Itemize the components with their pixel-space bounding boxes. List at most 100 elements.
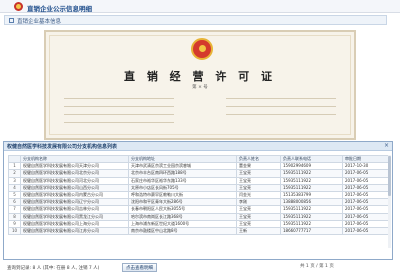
table-cell: 董金果 <box>236 162 281 171</box>
close-icon[interactable]: × <box>384 142 389 149</box>
breadcrumb: 直销企业基本信息 <box>4 15 387 25</box>
table-cell: 2017-06-05 <box>342 183 391 192</box>
table-cell: 王宝亮 <box>236 212 281 221</box>
table-cell: 15902994609 <box>280 162 343 171</box>
table-cell: 太原市小店区长风街705号 <box>128 183 237 192</box>
table-cell: 长春市朝阳区人民大街3055号 <box>128 205 237 214</box>
certificate-line <box>226 106 336 107</box>
column-header: 审批日期 <box>342 154 391 164</box>
table-row[interactable]: 10 权健自然医学科技发展有限公司江苏分公司 南京市鼓楼区中山北路8号 王新 18660… <box>8 226 391 236</box>
table-cell: 沈阳市和平区青年大街286号 <box>128 198 237 207</box>
table-row[interactable]: 3 权健自然医学科技发展有限公司河北分公司 石家庄市裕华区裕华东路133号 王宝亮 15… <box>8 176 391 185</box>
column-header: 负责人姓名 <box>236 154 281 164</box>
branch-list-dialog: 权健自然医学科技发展有限公司分支机构信息列表 × 分支机构名称 分支机构地址 负… <box>3 141 393 260</box>
scrollbar-thumb[interactable] <box>388 156 391 196</box>
table-cell: 权健自然医学科技发展有限公司天津分公司 <box>20 162 129 171</box>
national-emblem-icon <box>191 38 213 60</box>
view-details-button[interactable]: 点击查看明细 <box>122 263 157 272</box>
table-cell: 15935111922 <box>280 183 343 192</box>
table-row[interactable]: 7 权健自然医学科技发展有限公司吉林分公司 长春市朝阳区人民大街3055号 王宝亮 15… <box>8 205 391 214</box>
table-cell: 权健自然医学科技发展有限公司内蒙古分公司 <box>20 190 129 200</box>
folder-icon <box>9 18 14 23</box>
pager-info: 查询到记录: 8 人 (其中: 在册 8 人, 注销 7 人) <box>7 266 100 271</box>
page-count: 共 1 页 / 第 1 页 <box>300 264 334 269</box>
table-cell: 15935111922 <box>280 205 343 214</box>
table-row[interactable]: 1 权健自然医学科技发展有限公司天津分公司 天津市武清区京滨工业园京滨睿城 董金果 15… <box>8 162 391 171</box>
table-cell: 闫金光 <box>236 190 281 200</box>
app-title: 直销企业公示信息明细 <box>27 5 92 13</box>
table-cell: 15935111922 <box>280 169 343 178</box>
row-index: 5 <box>8 190 21 200</box>
dialog-title: 权健自然医学科技发展有限公司分支机构信息列表 <box>7 144 118 150</box>
certificate-line <box>64 98 174 99</box>
table-cell: 13888000856 <box>280 198 343 207</box>
row-index: 1 <box>8 162 21 171</box>
table-row[interactable]: 9 权健自然医学科技发展有限公司上海分公司 上海市浦东新区世纪大道1600号 王宝亮 1… <box>8 219 391 228</box>
table-row[interactable]: 8 权健自然医学科技发展有限公司黑龙江分公司 哈尔滨市南岗区长江路368号 王宝亮 15… <box>8 212 391 221</box>
table-row[interactable]: 5 权健自然医学科技发展有限公司内蒙古分公司 呼和浩特市赛罕区敕勒川大街 闫金光 151… <box>8 190 391 200</box>
table-cell: 2017-06-05 <box>342 212 391 221</box>
row-index: 6 <box>8 198 21 207</box>
table-cell: 2017-10-30 <box>342 162 391 171</box>
table-cell: 王宝亮 <box>236 169 281 178</box>
table-cell: 北京市丰台区南四环西路188号 <box>128 169 237 178</box>
table-cell: 石家庄市裕华区裕华东路133号 <box>128 176 237 185</box>
table-cell: 王宝亮 <box>236 176 281 185</box>
row-index: 8 <box>8 212 21 221</box>
column-header: 负责人联系电话 <box>280 154 343 164</box>
table-cell: 权健自然医学科技发展有限公司山西分公司 <box>20 183 129 192</box>
table-row[interactable]: 2 权健自然医学科技发展有限公司北京分公司 北京市丰台区南四环西路188号 王宝亮 15… <box>8 169 391 178</box>
table-cell: 15935111922 <box>280 212 343 221</box>
table-row[interactable]: 4 权健自然医学科技发展有限公司山西分公司 太原市小店区长风街705号 王宝亮 1593… <box>8 183 391 192</box>
table-cell: 权健自然医学科技发展有限公司河北分公司 <box>20 176 129 185</box>
table-cell: 2017-06-05 <box>342 198 391 207</box>
table-cell: 哈尔滨市南岗区长江路368号 <box>128 212 237 221</box>
table-cell: 权健自然医学科技发展有限公司黑龙江分公司 <box>20 212 129 221</box>
row-index: 7 <box>8 205 21 214</box>
table-row[interactable]: 6 权健自然医学科技发展有限公司辽宁分公司 沈阳市和平区青年大街286号 李刚 1388… <box>8 198 391 207</box>
table-cell: 2017-06-05 <box>342 176 391 185</box>
table-cell: 王新 <box>236 226 281 236</box>
row-index: 9 <box>8 219 21 228</box>
table-cell: 权健自然医学科技发展有限公司上海分公司 <box>20 219 129 228</box>
table-cell: 呼和浩特市赛罕区敕勒川大街 <box>128 190 237 200</box>
table-cell: 南京市鼓楼区中山北路8号 <box>128 226 237 236</box>
table-header-row: 分支机构名称 分支机构地址 负责人姓名 负责人联系电话 审批日期 <box>8 154 391 164</box>
logo-icon <box>14 2 23 11</box>
table-cell: 李刚 <box>236 198 281 207</box>
table-cell: 2017-06-05 <box>342 226 391 236</box>
row-index: 2 <box>8 169 21 178</box>
row-index: 10 <box>8 226 21 236</box>
certificate-title: 直 销 经 营 许 可 证 <box>124 70 276 83</box>
table-cell: 权健自然医学科技发展有限公司北京分公司 <box>20 169 129 178</box>
row-index: 3 <box>8 176 21 185</box>
column-header-index <box>8 154 21 164</box>
table-cell: 权健自然医学科技发展有限公司江苏分公司 <box>20 226 129 236</box>
table-cell: 18660777717 <box>280 226 343 236</box>
certificate-line <box>64 122 174 123</box>
table-cell: 权健自然医学科技发展有限公司辽宁分公司 <box>20 198 129 207</box>
certificate-number: 第 × 号 <box>192 85 208 90</box>
table-cell: 2017-06-05 <box>342 219 391 228</box>
table-cell: 15135383799 <box>280 190 343 200</box>
top-bar: 直销企业公示信息明细 <box>0 0 400 13</box>
table-cell: 王宝亮 <box>236 205 281 214</box>
table-cell: 15935111922 <box>280 176 343 185</box>
license-certificate-image: 直 销 经 营 许 可 证 第 × 号 <box>44 30 356 140</box>
row-index: 4 <box>8 183 21 192</box>
table-cell: 2017-06-05 <box>342 205 391 214</box>
pager-bar: 查询到记录: 8 人 (其中: 在册 8 人, 注销 7 人) 点击查看明细 共… <box>0 262 400 274</box>
certificate-line <box>226 98 336 99</box>
table-cell: 王宝亮 <box>236 219 281 228</box>
table-cell: 2017-06-05 <box>342 190 391 200</box>
table-cell: 15935111922 <box>280 219 343 228</box>
table-cell: 权健自然医学科技发展有限公司吉林分公司 <box>20 205 129 214</box>
certificate-line <box>226 114 336 115</box>
dialog-header: 权健自然医学科技发展有限公司分支机构信息列表 × <box>4 142 392 151</box>
certificate-line <box>64 114 174 115</box>
certificate-line <box>64 106 174 107</box>
breadcrumb-label: 直销企业基本信息 <box>17 19 62 25</box>
column-header: 分支机构地址 <box>128 154 237 164</box>
branch-table: 分支机构名称 分支机构地址 负责人姓名 负责人联系电话 审批日期 1 权健自然医学… <box>8 154 391 236</box>
table-cell: 天津市武清区京滨工业园京滨睿城 <box>128 162 237 171</box>
